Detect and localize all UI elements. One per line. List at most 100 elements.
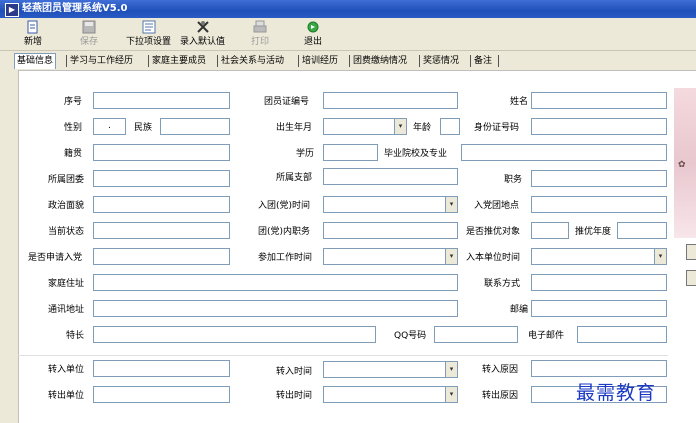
mail-address-input[interactable] (93, 300, 458, 317)
tab-family[interactable]: 家庭主要成员 (150, 54, 208, 68)
tab-notes[interactable]: 备注 (472, 54, 494, 68)
new-button-label: 新增 (24, 37, 43, 47)
tab-separator (498, 55, 499, 67)
join-place-input[interactable] (531, 196, 667, 213)
title-bar: ▶ 轻燕团员管理系统V5.0 (0, 0, 696, 18)
exit-button[interactable]: 退出 (304, 20, 322, 47)
birth-month-picker[interactable]: ▾ (323, 118, 407, 135)
join-time-picker[interactable]: ▾ (323, 196, 458, 213)
label-league-branch: 所属支部 (276, 173, 313, 183)
unit-entry-time-picker[interactable]: ▾ (531, 248, 667, 265)
tab-study-work[interactable]: 学习与工作经历 (68, 54, 135, 68)
label-age: 年龄 (413, 123, 432, 133)
school-major-input[interactable] (461, 144, 667, 161)
excellence-year-input[interactable] (617, 222, 667, 239)
tab-separator (470, 55, 471, 67)
label-home-address: 家庭住址 (48, 279, 85, 289)
transfer-in-reason-input[interactable] (531, 360, 667, 377)
transfer-out-unit-input[interactable] (93, 386, 230, 403)
photo-clear-button[interactable] (686, 270, 696, 286)
tab-separator (349, 55, 350, 67)
label-excellence-year: 推优年度 (575, 227, 612, 237)
member-cert-no-input[interactable] (323, 92, 458, 109)
position-input[interactable] (531, 170, 667, 187)
home-address-input[interactable] (93, 274, 458, 291)
tab-awards[interactable]: 奖惩情况 (421, 54, 461, 68)
seq-no-input[interactable] (93, 92, 230, 109)
save-button-label: 保存 (80, 37, 99, 47)
applied-party-input[interactable] (93, 248, 230, 265)
label-education: 学历 (296, 149, 315, 159)
printer-icon (253, 20, 267, 33)
label-transfer-out-unit: 转出单位 (48, 391, 85, 401)
league-committee-input[interactable] (93, 170, 230, 187)
label-transfer-in-reason: 转入原因 (482, 365, 519, 375)
gender-input[interactable]: . (93, 118, 126, 135)
native-place-input[interactable] (93, 144, 230, 161)
photo-decoration-icon: ✿ (678, 160, 686, 170)
dropdown-settings-label: 下拉项设置 (126, 37, 172, 47)
label-unit-entry-time: 入本单位时间 (466, 253, 521, 263)
name-input[interactable] (531, 92, 667, 109)
label-internal-position: 团(党)内职务 (258, 227, 311, 237)
new-button[interactable]: 新增 (24, 20, 42, 47)
enter-default-button[interactable]: 录入默认值 (180, 20, 225, 47)
internal-position-input[interactable] (323, 222, 458, 239)
tab-separator (298, 55, 299, 67)
current-status-input[interactable] (93, 222, 230, 239)
label-native-place: 籍贯 (64, 149, 83, 159)
label-ethnicity: 民族 (134, 123, 153, 133)
label-birth-month: 出生年月 (276, 123, 313, 133)
work-start-time-picker[interactable]: ▾ (323, 248, 458, 265)
chevron-down-icon[interactable]: ▾ (394, 119, 406, 134)
specialty-input[interactable] (93, 326, 376, 343)
ethnicity-input[interactable] (160, 118, 230, 135)
chevron-down-icon[interactable]: ▾ (445, 387, 457, 402)
age-input[interactable] (440, 118, 460, 135)
label-school-major: 毕业院校及专业 (384, 149, 448, 159)
chevron-down-icon[interactable]: ▾ (654, 249, 666, 264)
save-icon (82, 20, 96, 34)
transfer-out-time-picker[interactable]: ▾ (323, 386, 458, 403)
id-number-input[interactable] (531, 118, 667, 135)
qq-input[interactable] (434, 326, 518, 343)
tab-training[interactable]: 培训经历 (300, 54, 340, 68)
excellence-target-input[interactable] (531, 222, 569, 239)
email-input[interactable] (577, 326, 667, 343)
tab-separator (217, 55, 218, 67)
tab-social[interactable]: 社会关系与活动 (219, 54, 286, 68)
print-button[interactable]: 打印 (251, 20, 269, 47)
label-position: 职务 (504, 175, 523, 185)
dropdown-settings-button[interactable]: 下拉项设置 (126, 20, 171, 47)
label-member-cert-no: 团员证编号 (264, 97, 310, 107)
label-current-status: 当前状态 (48, 227, 85, 237)
label-mail-address: 通讯地址 (48, 305, 85, 315)
tab-separator (419, 55, 420, 67)
photo-area[interactable]: ✿ (674, 88, 696, 238)
postcode-input[interactable] (531, 300, 667, 317)
app-icon: ▶ (5, 3, 19, 17)
label-join-place: 入党团地点 (474, 201, 520, 211)
save-button[interactable]: 保存 (80, 20, 98, 47)
label-seq-no: 序号 (64, 97, 83, 107)
transfer-in-unit-input[interactable] (93, 360, 230, 377)
label-gender: 性别 (64, 123, 83, 133)
chevron-down-icon[interactable]: ▾ (445, 197, 457, 212)
label-transfer-in-unit: 转入单位 (48, 365, 85, 375)
league-branch-input[interactable] (323, 168, 458, 185)
window-title: 轻燕团员管理系统V5.0 (22, 3, 128, 14)
political-status-input[interactable] (93, 196, 230, 213)
contact-input[interactable] (531, 274, 667, 291)
chevron-down-icon[interactable]: ▾ (445, 249, 457, 264)
tools-icon (196, 21, 209, 33)
exit-icon (307, 21, 319, 33)
tab-basic-info[interactable]: 基础信息 (14, 53, 57, 69)
transfer-in-time-picker[interactable]: ▾ (323, 361, 458, 378)
tab-fees[interactable]: 团费缴纳情况 (351, 54, 409, 68)
chevron-down-icon[interactable]: ▾ (445, 362, 457, 377)
tab-separator (66, 55, 67, 67)
photo-upload-button[interactable] (686, 244, 696, 260)
watermark: 最需教育 (576, 382, 657, 404)
label-contact: 联系方式 (484, 279, 521, 289)
education-input[interactable] (323, 144, 378, 161)
